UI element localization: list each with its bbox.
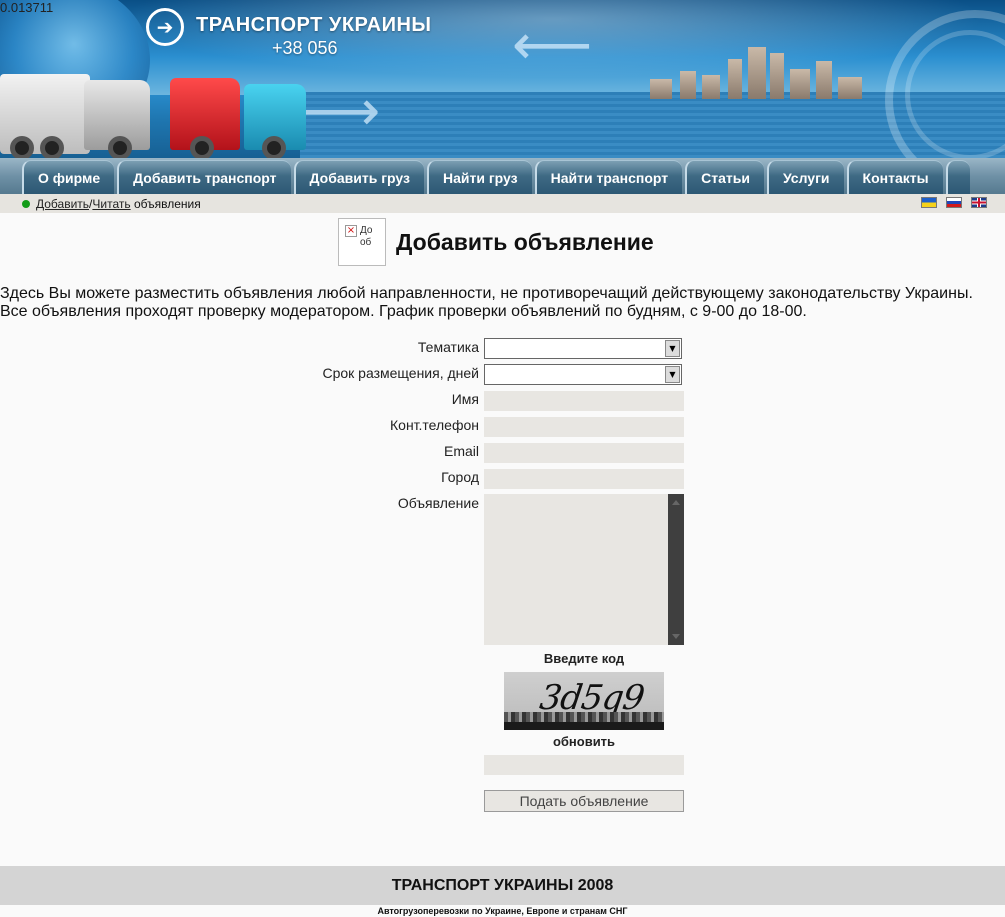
- name-label: Имя: [451, 391, 479, 407]
- footer: ТРАНСПОРТ УКРАИНЫ 2008: [0, 866, 1005, 905]
- intro-text: Здесь Вы можете разместить объявления лю…: [0, 285, 973, 320]
- phone-label: Конт.телефон: [390, 417, 479, 433]
- main-nav: О фирме Добавить транспорт Добавить груз…: [0, 158, 1005, 194]
- city-label: Город: [441, 469, 479, 485]
- nav-articles[interactable]: Статьи: [685, 160, 764, 194]
- email-label: Email: [443, 443, 479, 459]
- message-scrollbar[interactable]: [668, 494, 684, 645]
- logo-arrow-icon: ➔: [146, 8, 184, 46]
- breadcrumb: Добавить / Читать объявления: [0, 194, 1005, 213]
- nav-add-cargo[interactable]: Добавить груз: [293, 160, 424, 194]
- email-input[interactable]: [484, 443, 684, 463]
- nav-find-cargo[interactable]: Найти груз: [427, 160, 532, 194]
- city-input[interactable]: [484, 469, 684, 489]
- breadcrumb-read-link[interactable]: Читать: [92, 197, 130, 211]
- header-banner: ⟵ ⟶ ➔ ТРАНСПОРТ УКРАИНЫ +38 056: [0, 0, 1005, 160]
- page-title: Добавить объявление: [396, 228, 654, 255]
- scroll-down-icon[interactable]: [672, 634, 680, 639]
- duration-select[interactable]: ▼: [484, 364, 682, 385]
- language-switcher: [921, 197, 987, 208]
- phone-input[interactable]: [484, 417, 684, 437]
- captcha-refresh-link[interactable]: обновить: [484, 734, 684, 749]
- message-textarea[interactable]: [484, 494, 684, 645]
- footer-title: ТРАНСПОРТ УКРАИНЫ 2008: [391, 876, 614, 894]
- message-label: Объявление: [397, 495, 479, 511]
- en-flag-icon[interactable]: [971, 197, 987, 208]
- site-logo[interactable]: ➔ ТРАНСПОРТ УКРАИНЫ +38 056: [146, 8, 431, 58]
- ru-flag-icon[interactable]: [946, 197, 962, 208]
- broken-image-icon: × До об: [338, 218, 386, 266]
- broken-image-alt: До об: [360, 225, 373, 248]
- nav-add-transport[interactable]: Добавить транспорт: [117, 160, 291, 194]
- captcha-noise: [504, 712, 664, 722]
- nav-find-transport[interactable]: Найти транспорт: [534, 160, 683, 194]
- nav-contacts[interactable]: Контакты: [846, 160, 943, 194]
- city-skyline: [640, 44, 880, 99]
- captcha-image: 3d5q9: [504, 672, 664, 730]
- nav-about[interactable]: О фирме: [22, 160, 115, 194]
- submit-button[interactable]: Подать объявление: [484, 790, 684, 812]
- breadcrumb-add-link[interactable]: Добавить: [36, 197, 89, 211]
- captcha-label: Введите код: [543, 651, 625, 666]
- chevron-down-icon: ▼: [665, 340, 680, 357]
- name-input[interactable]: [484, 391, 684, 411]
- debug-value: 0.013711: [0, 0, 54, 15]
- nav-tab-end: [945, 160, 970, 194]
- captcha-input[interactable]: [484, 755, 684, 775]
- broken-image-x-icon: ×: [345, 225, 357, 237]
- site-title: ТРАНСПОРТ УКРАИНЫ: [196, 14, 432, 36]
- site-phone: +38 056: [272, 38, 338, 58]
- status-dot-icon: [22, 199, 30, 208]
- arrow-left-decoration: ⟵: [512, 13, 593, 78]
- breadcrumb-suffix: объявления: [130, 196, 201, 211]
- page-heading: × До об Добавить объявление: [338, 218, 654, 266]
- topic-label: Тематика: [417, 339, 479, 355]
- trucks-image: [0, 52, 320, 160]
- nav-services[interactable]: Услуги: [766, 160, 844, 194]
- chevron-down-icon: ▼: [665, 366, 680, 383]
- duration-label: Срок размещения, дней: [322, 365, 479, 381]
- ua-flag-icon[interactable]: [921, 197, 937, 208]
- scroll-up-icon[interactable]: [672, 500, 680, 505]
- footer-subtitle: Автогрузоперевозки по Украине, Европе и …: [377, 906, 628, 916]
- topic-select[interactable]: ▼: [484, 338, 682, 359]
